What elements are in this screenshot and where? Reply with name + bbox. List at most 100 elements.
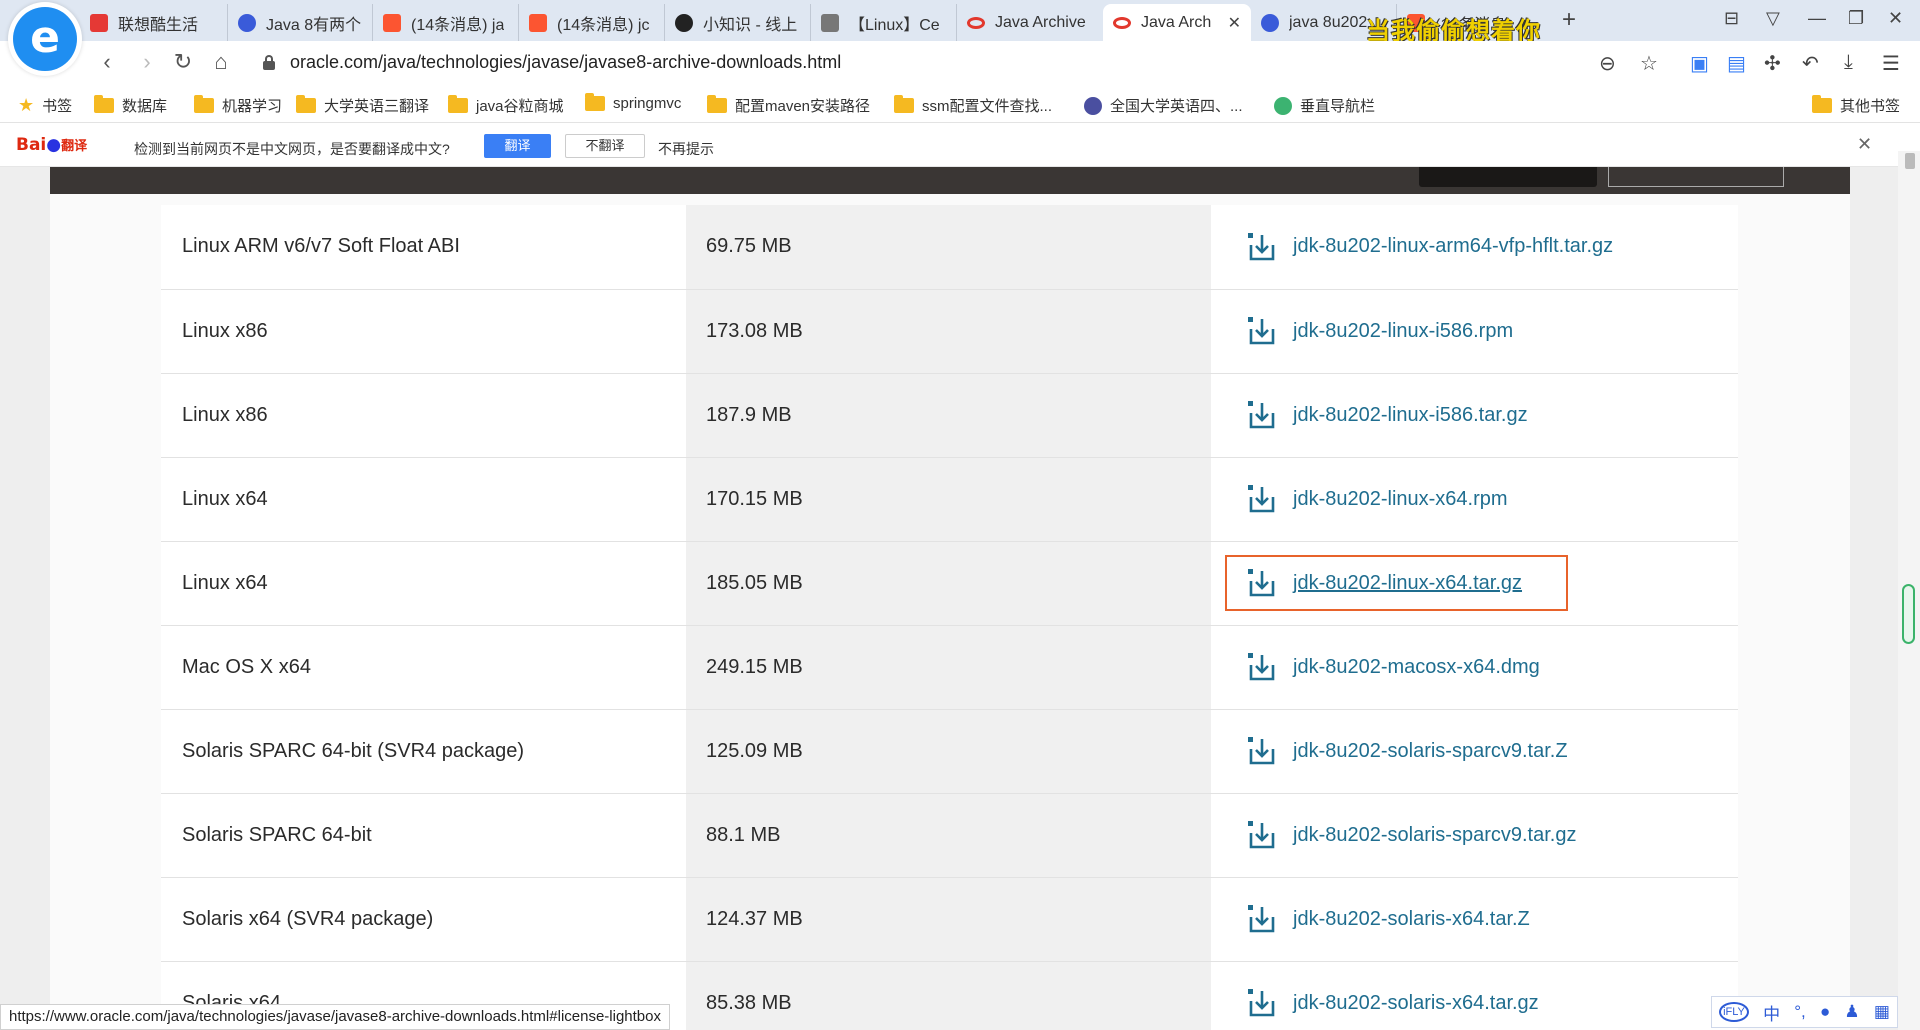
download-icon[interactable]: ⤓	[1844, 51, 1853, 74]
new-tab-button[interactable]: +	[1562, 6, 1576, 34]
linux-icon	[821, 13, 839, 32]
restore-icon[interactable]: ❐	[1848, 8, 1864, 29]
grid-icon[interactable]: ▦	[1874, 1002, 1890, 1022]
tab-baidu-java8[interactable]: Java 8有两个	[228, 4, 373, 41]
user-icon[interactable]: ♟	[1844, 1002, 1859, 1022]
download-link-wrapper[interactable]: jdk-8u202-solaris-x64.tar.gz	[1245, 981, 1553, 1025]
baidu-translate-logo: Bai●翻译	[16, 135, 87, 155]
tab-xiaozhishi[interactable]: 小知识 - 线上	[665, 4, 811, 41]
bookmark-folder[interactable]: springmvc	[585, 93, 681, 112]
tab-csdn-1[interactable]: (14条消息) ja	[373, 4, 519, 41]
puzzle-icon[interactable]: ✣	[1764, 51, 1781, 76]
download-link-wrapper[interactable]: jdk-8u202-solaris-sparcv9.tar.Z	[1245, 729, 1582, 773]
download-link-wrapper[interactable]: jdk-8u202-solaris-x64.tar.Z	[1245, 897, 1544, 941]
size-cell: 249.15 MB	[686, 625, 1211, 710]
extension-icon[interactable]: ▣	[1690, 51, 1709, 76]
no-translate-button[interactable]: 不翻译	[565, 134, 645, 158]
tab-java-archive[interactable]: Java Archive	[957, 4, 1103, 41]
header-contact-button[interactable]	[1608, 167, 1784, 187]
skin-shirt-icon[interactable]: ▽	[1766, 8, 1780, 29]
bookmark-folder[interactable]: 机器学习	[194, 95, 282, 116]
browser-logo-icon[interactable]: e	[8, 2, 82, 76]
bookmarks-bar: ★ 书签 数据库 机器学习 大学英语三翻译 java谷粒商城 springmvc…	[0, 87, 1920, 123]
other-bookmarks[interactable]: 其他书签	[1812, 95, 1900, 116]
close-window-icon[interactable]: ✕	[1888, 8, 1903, 29]
tab-lenovo[interactable]: 联想酷生活	[80, 4, 228, 41]
bookmark-label: 配置maven安装路径	[735, 98, 871, 115]
download-link[interactable]: jdk-8u202-solaris-sparcv9.tar.gz	[1293, 824, 1576, 847]
bookmark-label: 数据库	[122, 98, 168, 115]
scrollbar-thumb[interactable]	[1905, 153, 1915, 169]
reload-icon[interactable]: ↻	[168, 49, 198, 75]
download-link-wrapper[interactable]: jdk-8u202-linux-i586.tar.gz	[1245, 393, 1542, 437]
download-link-wrapper[interactable]: jdk-8u202-macosx-x64.dmg	[1245, 645, 1554, 689]
zoom-out-icon[interactable]: ⊖	[1599, 51, 1616, 76]
close-icon[interactable]: ✕	[1857, 134, 1872, 155]
bookmark-folder[interactable]: 大学英语三翻译	[296, 95, 429, 116]
csdn-icon	[529, 13, 547, 32]
download-link-wrapper[interactable]: jdk-8u202-linux-x64.rpm	[1245, 477, 1522, 521]
download-link[interactable]: jdk-8u202-linux-x64.tar.gz	[1293, 572, 1522, 595]
download-link[interactable]: jdk-8u202-linux-x64.rpm	[1293, 488, 1508, 511]
header-account-button[interactable]	[1419, 167, 1597, 187]
download-link-wrapper[interactable]: jdk-8u202-linux-arm64-vfp-hflt.tar.gz	[1245, 225, 1627, 269]
download-link[interactable]: jdk-8u202-linux-arm64-vfp-hflt.tar.gz	[1293, 235, 1613, 258]
download-icon	[1248, 401, 1275, 429]
star-icon: ★	[18, 95, 35, 115]
tab-linux[interactable]: 【Linux】Ce	[811, 4, 957, 41]
download-link[interactable]: jdk-8u202-linux-i586.tar.gz	[1293, 404, 1528, 427]
download-icon	[1248, 905, 1275, 933]
home-icon[interactable]: ⌂	[206, 49, 236, 75]
download-link[interactable]: jdk-8u202-solaris-sparcv9.tar.Z	[1293, 740, 1568, 763]
tab-label: 小知识 - 线上	[703, 16, 798, 34]
url-field[interactable]: oracle.com/java/technologies/javase/java…	[290, 52, 841, 73]
download-link[interactable]: jdk-8u202-solaris-x64.tar.gz	[1293, 992, 1539, 1015]
download-link-wrapper[interactable]: jdk-8u202-solaris-sparcv9.tar.gz	[1245, 813, 1590, 857]
download-link[interactable]: jdk-8u202-linux-i586.rpm	[1293, 320, 1513, 343]
scrollbar[interactable]	[1898, 151, 1920, 1030]
tab-csdn-2[interactable]: (14条消息) jc	[519, 4, 665, 41]
bookmark-link[interactable]: 垂直导航栏	[1274, 95, 1375, 116]
oracle-icon	[967, 16, 985, 29]
bookmark-folder[interactable]: 数据库	[94, 95, 167, 116]
forward-icon[interactable]: ›	[132, 49, 162, 75]
chinese-mode-toggle[interactable]: 中	[1763, 1000, 1780, 1025]
bookmark-star-icon[interactable]: ☆	[1640, 51, 1658, 76]
tab-label: 【Linux】Ce	[849, 16, 940, 34]
table-row: Linux x64 185.05 MB jdk-8u202-linux-x64.…	[161, 541, 1738, 626]
table-row: Mac OS X x64 249.15 MB jdk-8u202-macosx-…	[161, 625, 1738, 710]
size-cell: 124.37 MB	[686, 877, 1211, 962]
baidu-logo-text: Bai	[16, 135, 47, 155]
file-cell: jdk-8u202-linux-i586.tar.gz	[1211, 373, 1738, 458]
minimize-icon[interactable]: —	[1808, 8, 1826, 29]
download-link[interactable]: jdk-8u202-macosx-x64.dmg	[1293, 656, 1540, 679]
back-icon[interactable]: ‹	[92, 49, 122, 75]
close-tab-icon[interactable]: ✕	[1228, 13, 1241, 33]
no-hint-link[interactable]: 不再提示	[658, 139, 714, 159]
bookmark-folder[interactable]: ssm配置文件查找...	[894, 95, 1052, 116]
file-cell: jdk-8u202-linux-x64.tar.gz	[1211, 541, 1738, 626]
download-link[interactable]: jdk-8u202-solaris-x64.tar.Z	[1293, 908, 1530, 931]
bookmark-star[interactable]: ★ 书签	[18, 95, 72, 116]
translate-icon[interactable]: ▤	[1727, 51, 1746, 76]
bookmark-link[interactable]: 全国大学英语四、...	[1084, 95, 1243, 116]
download-link-wrapper[interactable]: jdk-8u202-linux-x64.tar.gz	[1224, 555, 1569, 611]
undo-icon[interactable]: ↶	[1802, 51, 1819, 76]
punctuation-icon[interactable]: °,	[1794, 1002, 1806, 1022]
scroll-indicator[interactable]	[1902, 584, 1915, 644]
bookmark-folder[interactable]: 配置maven安装路径	[707, 95, 870, 116]
tab-manager-icon[interactable]: ⊟	[1724, 8, 1739, 29]
bookmark-folder[interactable]: java谷粒商城	[448, 95, 564, 116]
bookmark-label: 机器学习	[222, 98, 283, 115]
download-link-wrapper[interactable]: jdk-8u202-linux-i586.rpm	[1245, 309, 1527, 353]
translate-button[interactable]: 翻译	[484, 134, 551, 158]
page-viewport: Linux ARM v6/v7 Soft Float ABI 69.75 MB …	[0, 167, 1898, 1030]
bookmark-label: 其他书签	[1840, 98, 1901, 115]
ifly-icon[interactable]: iFLY	[1719, 1002, 1749, 1022]
file-cell: jdk-8u202-solaris-sparcv9.tar.gz	[1211, 793, 1738, 878]
menu-icon[interactable]: ☰	[1882, 51, 1900, 76]
csdn-icon	[383, 13, 401, 32]
tab-java-archive-active[interactable]: Java Arch ✕	[1103, 4, 1251, 41]
folder-icon	[707, 95, 727, 113]
microphone-icon[interactable]: ●	[1820, 1002, 1830, 1022]
